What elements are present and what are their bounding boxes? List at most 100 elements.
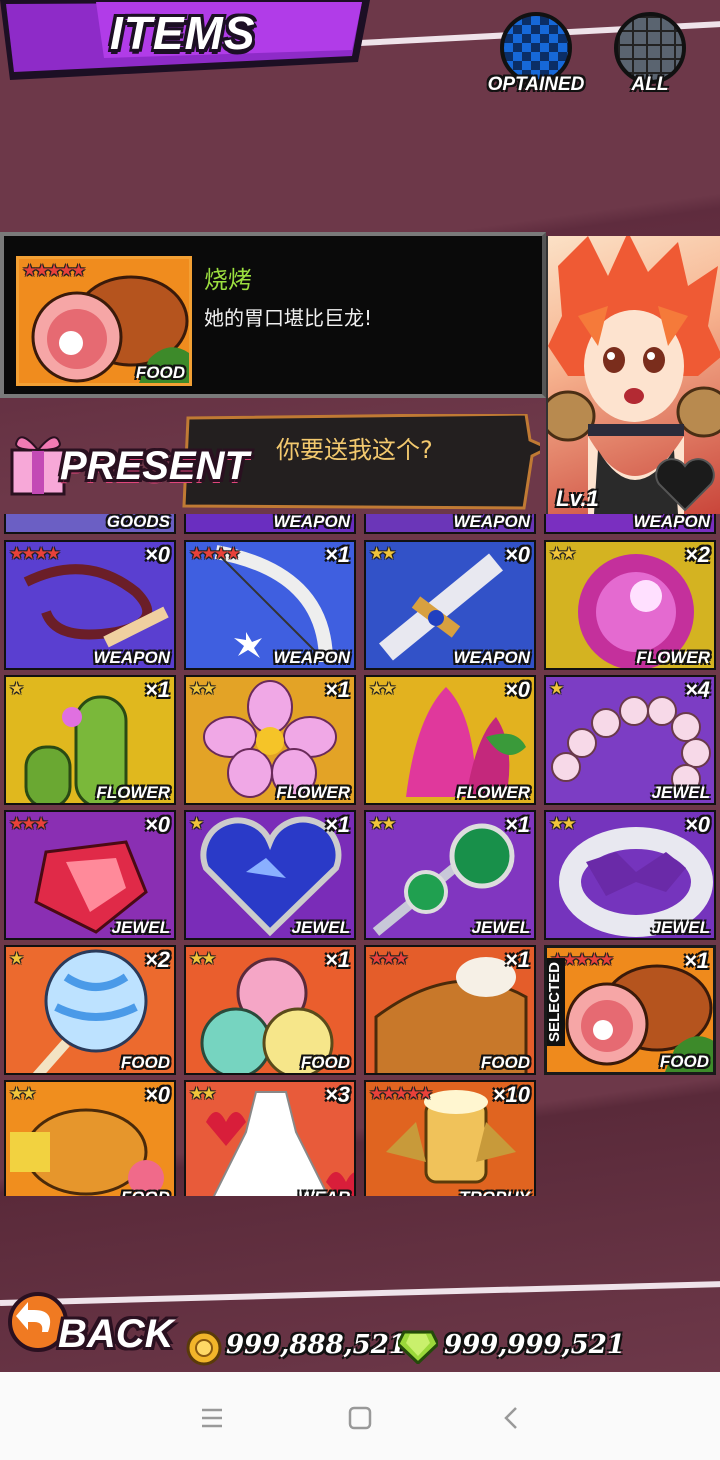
item-category: JEWEL <box>651 783 710 802</box>
item-category: JEWEL <box>291 918 350 937</box>
rarity-stars: ★★★★ <box>189 544 241 564</box>
item-category: JEWEL <box>471 918 530 937</box>
home-icon[interactable] <box>342 1400 378 1436</box>
filter-all-button[interactable]: ALL <box>608 12 692 96</box>
item-category: FLOWER <box>456 783 530 802</box>
back-label: BACK <box>58 1312 174 1356</box>
item-info-panel: ★★★★★ FOOD 烧烤 她的胃口堪比巨龙! <box>0 232 546 398</box>
item-category: FLOWER <box>96 783 170 802</box>
item-category: JEWEL <box>111 918 170 937</box>
item-category: WEAPON <box>273 648 351 667</box>
item-cell-partial[interactable]: WEAPON <box>184 514 356 534</box>
item-category: WEAPON <box>273 514 351 531</box>
rarity-stars: ★★★ <box>9 814 49 834</box>
item-cell-whip[interactable]: ★★★★ ×0 WEAPON <box>4 540 176 670</box>
item-cell-lollipop[interactable]: ★ ×2 FOOD <box>4 945 176 1075</box>
item-category: WEAR <box>298 1188 350 1196</box>
item-category: WEAPON <box>93 648 171 667</box>
item-cell-sword[interactable]: ★★ ×0 WEAPON <box>364 540 536 670</box>
back-nav-icon[interactable] <box>494 1400 530 1436</box>
item-cell-cosmos[interactable]: ★★ ×1 FLOWER <box>184 675 356 805</box>
item-cell-trophy[interactable]: ★★★★★ ×10 TROPHY <box>364 1080 536 1196</box>
present-label: PRESENT <box>60 444 249 488</box>
menu-icon[interactable] <box>194 1400 230 1436</box>
rarity-stars: ★★ <box>549 814 577 834</box>
item-cell-bow[interactable]: ★★★★ ×1 WEAPON <box>184 540 356 670</box>
selected-label: SELECTED <box>547 958 565 1047</box>
title-banner: ITEMS <box>0 0 370 80</box>
item-grid: GOODS WEAPON WEAPON WEAPON ★★★★ ×0 WEAPON ★… <box>0 514 720 1196</box>
item-count: ×0 <box>504 542 530 567</box>
item-cell-pearls[interactable]: ★ ×4 JEWEL <box>544 675 716 805</box>
gem-balance: 999,999,521 <box>444 1330 625 1360</box>
rarity-stars: ★★ <box>369 544 397 564</box>
rarity-stars: ★★ <box>549 544 577 564</box>
character-level: Lv.1 <box>556 486 599 511</box>
item-category: TROPHY <box>459 1188 530 1196</box>
filter-obtained-label: OPTAINED <box>487 74 585 95</box>
item-count: ×4 <box>684 677 710 702</box>
back-button[interactable]: BACK <box>6 1286 174 1368</box>
item-cell-partial[interactable]: GOODS <box>4 514 176 534</box>
item-category: GOODS <box>106 514 170 531</box>
item-cell-partial[interactable]: WEAPON <box>364 514 536 534</box>
rarity-stars: ★★★★★ <box>22 261 86 281</box>
item-count: ×10 <box>492 1082 530 1107</box>
speech-text: 你要送我这个? <box>276 436 433 464</box>
rarity-stars: ★★★★ <box>9 544 61 564</box>
item-cell-partial[interactable]: WEAPON <box>544 514 716 534</box>
item-count: ×1 <box>683 948 709 973</box>
rarity-stars: ★★★★★ <box>369 1084 433 1104</box>
item-cell-pie[interactable]: ★★★ ×1 FOOD <box>364 945 536 1075</box>
item-cell-ring[interactable]: ★★ ×0 JEWEL <box>544 810 716 940</box>
item-count: ×1 <box>504 812 530 837</box>
item-cell-cactus[interactable]: ★ ×1 FLOWER <box>4 675 176 805</box>
item-count: ×3 <box>324 1082 350 1107</box>
heart-icon[interactable] <box>654 456 716 512</box>
item-count: ×1 <box>324 542 350 567</box>
coin-balance: 999,888,521 <box>226 1330 407 1360</box>
item-count: ×1 <box>324 812 350 837</box>
filter-obtained-button[interactable]: OPTAINED <box>488 12 584 96</box>
gift-icon <box>10 436 66 496</box>
item-count: ×2 <box>144 947 170 972</box>
item-cell-morning-glory[interactable]: ★★ ×2 FLOWER <box>544 540 716 670</box>
rarity-stars: ★★ <box>189 1084 217 1104</box>
item-cell-chicken[interactable]: ★★ ×0 FOOD <box>4 1080 176 1196</box>
item-category: WEAPON <box>633 514 711 531</box>
item-count: ×0 <box>504 677 530 702</box>
rarity-stars: ★ <box>189 814 204 834</box>
rarity-stars: ★ <box>9 949 24 969</box>
rarity-stars: ★★ <box>189 949 217 969</box>
present-button[interactable]: PRESENT <box>8 424 249 502</box>
page-title: ITEMS <box>110 7 256 59</box>
item-count: ×0 <box>144 812 170 837</box>
item-cell-dress[interactable]: ★★ ×3 WEAR <box>184 1080 356 1196</box>
rarity-stars: ★★★ <box>369 949 409 969</box>
coin-icon <box>186 1330 222 1366</box>
item-category: FOOD <box>135 363 185 382</box>
rarity-stars: ★★ <box>369 814 397 834</box>
item-cell-emerald[interactable]: ★★ ×1 JEWEL <box>364 810 536 940</box>
rarity-stars: ★ <box>549 679 564 699</box>
item-cell-ruby[interactable]: ★★★ ×0 JEWEL <box>4 810 176 940</box>
rarity-stars: ★★ <box>369 679 397 699</box>
item-cell-meat[interactable]: ★★★★★ ×1 FOOD SELECTED <box>544 945 716 1075</box>
item-category: FOOD <box>300 1053 350 1072</box>
item-category: FOOD <box>659 1052 709 1071</box>
item-category: FOOD <box>121 1188 170 1196</box>
item-cell-sapphire[interactable]: ★ ×1 JEWEL <box>184 810 356 940</box>
item-category: WEAPON <box>453 648 531 667</box>
item-count: ×0 <box>144 1082 170 1107</box>
item-category: FLOWER <box>636 648 710 667</box>
item-category: FOOD <box>480 1053 530 1072</box>
system-navigation-bar <box>0 1372 720 1460</box>
item-name: 烧烤 <box>204 266 252 294</box>
item-count: ×1 <box>504 947 530 972</box>
item-cell-ice-cream[interactable]: ★★ ×1 FOOD <box>184 945 356 1075</box>
item-count: ×2 <box>684 542 710 567</box>
item-category: JEWEL <box>651 918 710 937</box>
item-count: ×1 <box>324 677 350 702</box>
item-cell-celosia[interactable]: ★★ ×0 FLOWER <box>364 675 536 805</box>
filter-all-label: ALL <box>631 74 669 95</box>
